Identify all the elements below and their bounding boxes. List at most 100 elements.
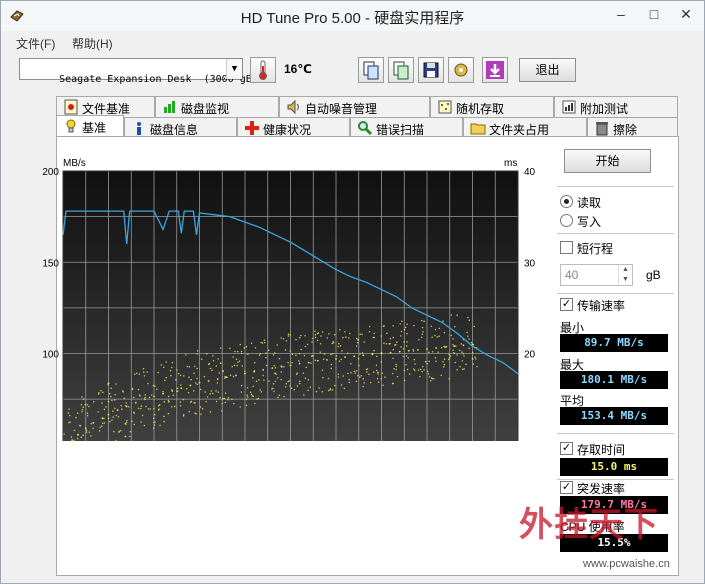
- access-time-point: [280, 371, 283, 373]
- stepper-arrows-icon[interactable]: ▲ ▼: [618, 265, 632, 285]
- access-time-point: [437, 351, 439, 353]
- access-time-point: [278, 394, 281, 396]
- access-time-checkbox[interactable]: ✓: [560, 442, 573, 455]
- access-time-point: [63, 433, 65, 435]
- access-time-point: [330, 353, 332, 356]
- access-time-point: [355, 345, 358, 347]
- access-time-point: [435, 347, 437, 349]
- access-time-point: [250, 393, 253, 396]
- write-radio[interactable]: [560, 214, 573, 227]
- access-time-point: [368, 325, 371, 328]
- access-time-point: [160, 364, 163, 366]
- access-time-point: [429, 380, 432, 382]
- tab-erase[interactable]: 擦除: [587, 117, 678, 138]
- access-time-point: [295, 338, 297, 341]
- access-time-point: [206, 396, 209, 398]
- burst-rate-checkbox[interactable]: ✓: [560, 481, 573, 494]
- minimize-button[interactable]: –: [608, 3, 634, 25]
- access-time-point: [67, 412, 70, 414]
- access-time-point: [421, 326, 424, 329]
- access-time-point: [100, 390, 102, 392]
- access-time-point: [300, 348, 302, 351]
- access-time-point: [80, 436, 83, 439]
- maximize-button[interactable]: □: [641, 3, 667, 25]
- access-time-point: [113, 430, 115, 433]
- access-time-point: [284, 386, 287, 388]
- access-time-point: [254, 361, 256, 364]
- access-time-point: [144, 398, 146, 401]
- access-time-point: [246, 386, 249, 389]
- access-time-point: [326, 337, 328, 339]
- access-time-point: [434, 328, 437, 331]
- access-time-point: [158, 408, 160, 410]
- access-time-point: [285, 340, 288, 342]
- y-right-tick-label: 20: [524, 350, 536, 361]
- access-time-point: [75, 416, 77, 419]
- access-time-point: [276, 344, 278, 346]
- read-radio[interactable]: [560, 195, 573, 208]
- access-time-point: [73, 429, 76, 432]
- access-time-point: [420, 336, 423, 339]
- access-time-point: [310, 362, 312, 364]
- access-time-point: [231, 398, 233, 401]
- access-time-point: [404, 326, 407, 329]
- access-time-point: [190, 400, 193, 403]
- close-button[interactable]: ✕: [673, 3, 699, 25]
- access-time-point: [180, 384, 182, 386]
- access-time-point: [119, 429, 122, 432]
- access-time-point: [86, 414, 89, 417]
- access-time-point: [103, 422, 106, 424]
- access-time-point: [380, 378, 383, 380]
- tab-extra-tests[interactable]: 附加测试: [554, 96, 678, 117]
- access-time-point: [145, 405, 147, 408]
- access-time-point: [413, 358, 416, 361]
- access-time-point: [180, 387, 183, 390]
- access-time-point: [337, 376, 339, 378]
- access-time-point: [247, 353, 249, 356]
- access-time-point: [188, 376, 190, 378]
- access-time-point: [200, 413, 202, 415]
- access-time-point: [128, 406, 130, 408]
- access-time-point: [452, 349, 454, 351]
- max-value: 180.1 MB/s: [560, 371, 668, 389]
- access-time-point: [396, 375, 399, 378]
- access-time-point: [198, 381, 201, 384]
- access-time-point: [373, 349, 375, 352]
- access-time-point: [456, 368, 458, 371]
- access-time-point: [274, 380, 277, 383]
- start-button[interactable]: 开始: [564, 149, 651, 173]
- access-time-point: [131, 420, 133, 423]
- access-time-point: [153, 424, 156, 426]
- access-time-point: [343, 387, 346, 390]
- transfer-rate-checkbox[interactable]: ✓: [560, 298, 573, 311]
- access-time-point: [462, 344, 465, 347]
- y-left-tick-label: 100: [42, 350, 59, 361]
- access-time-point: [117, 416, 120, 418]
- access-time-point: [167, 412, 170, 415]
- access-time-point: [233, 364, 236, 367]
- access-time-point: [73, 439, 75, 441]
- y-left-axis-label: MB/s: [63, 158, 86, 169]
- access-time-point: [245, 346, 248, 348]
- access-time-point: [312, 355, 315, 357]
- access-time-point: [440, 374, 443, 377]
- access-time-point: [338, 360, 341, 362]
- short-stroke-checkbox[interactable]: [560, 241, 573, 254]
- access-time-point: [153, 413, 156, 416]
- write-label: 写入: [577, 215, 602, 229]
- access-time-point: [232, 356, 234, 358]
- access-time-point: [101, 402, 103, 404]
- access-time-point: [254, 347, 257, 349]
- access-time-point: [395, 363, 397, 366]
- access-time-point: [287, 361, 289, 364]
- access-time-point: [212, 354, 214, 357]
- y-right-tick-label: 40: [524, 167, 536, 178]
- access-time-point: [448, 357, 451, 359]
- access-time-point: [259, 352, 262, 355]
- access-time-point: [299, 380, 301, 382]
- access-time-point: [314, 333, 317, 336]
- access-time-point: [388, 343, 391, 345]
- access-time-point: [115, 383, 117, 385]
- short-stroke-input[interactable]: 40 ▲ ▼: [560, 264, 633, 286]
- access-time-point: [105, 406, 107, 408]
